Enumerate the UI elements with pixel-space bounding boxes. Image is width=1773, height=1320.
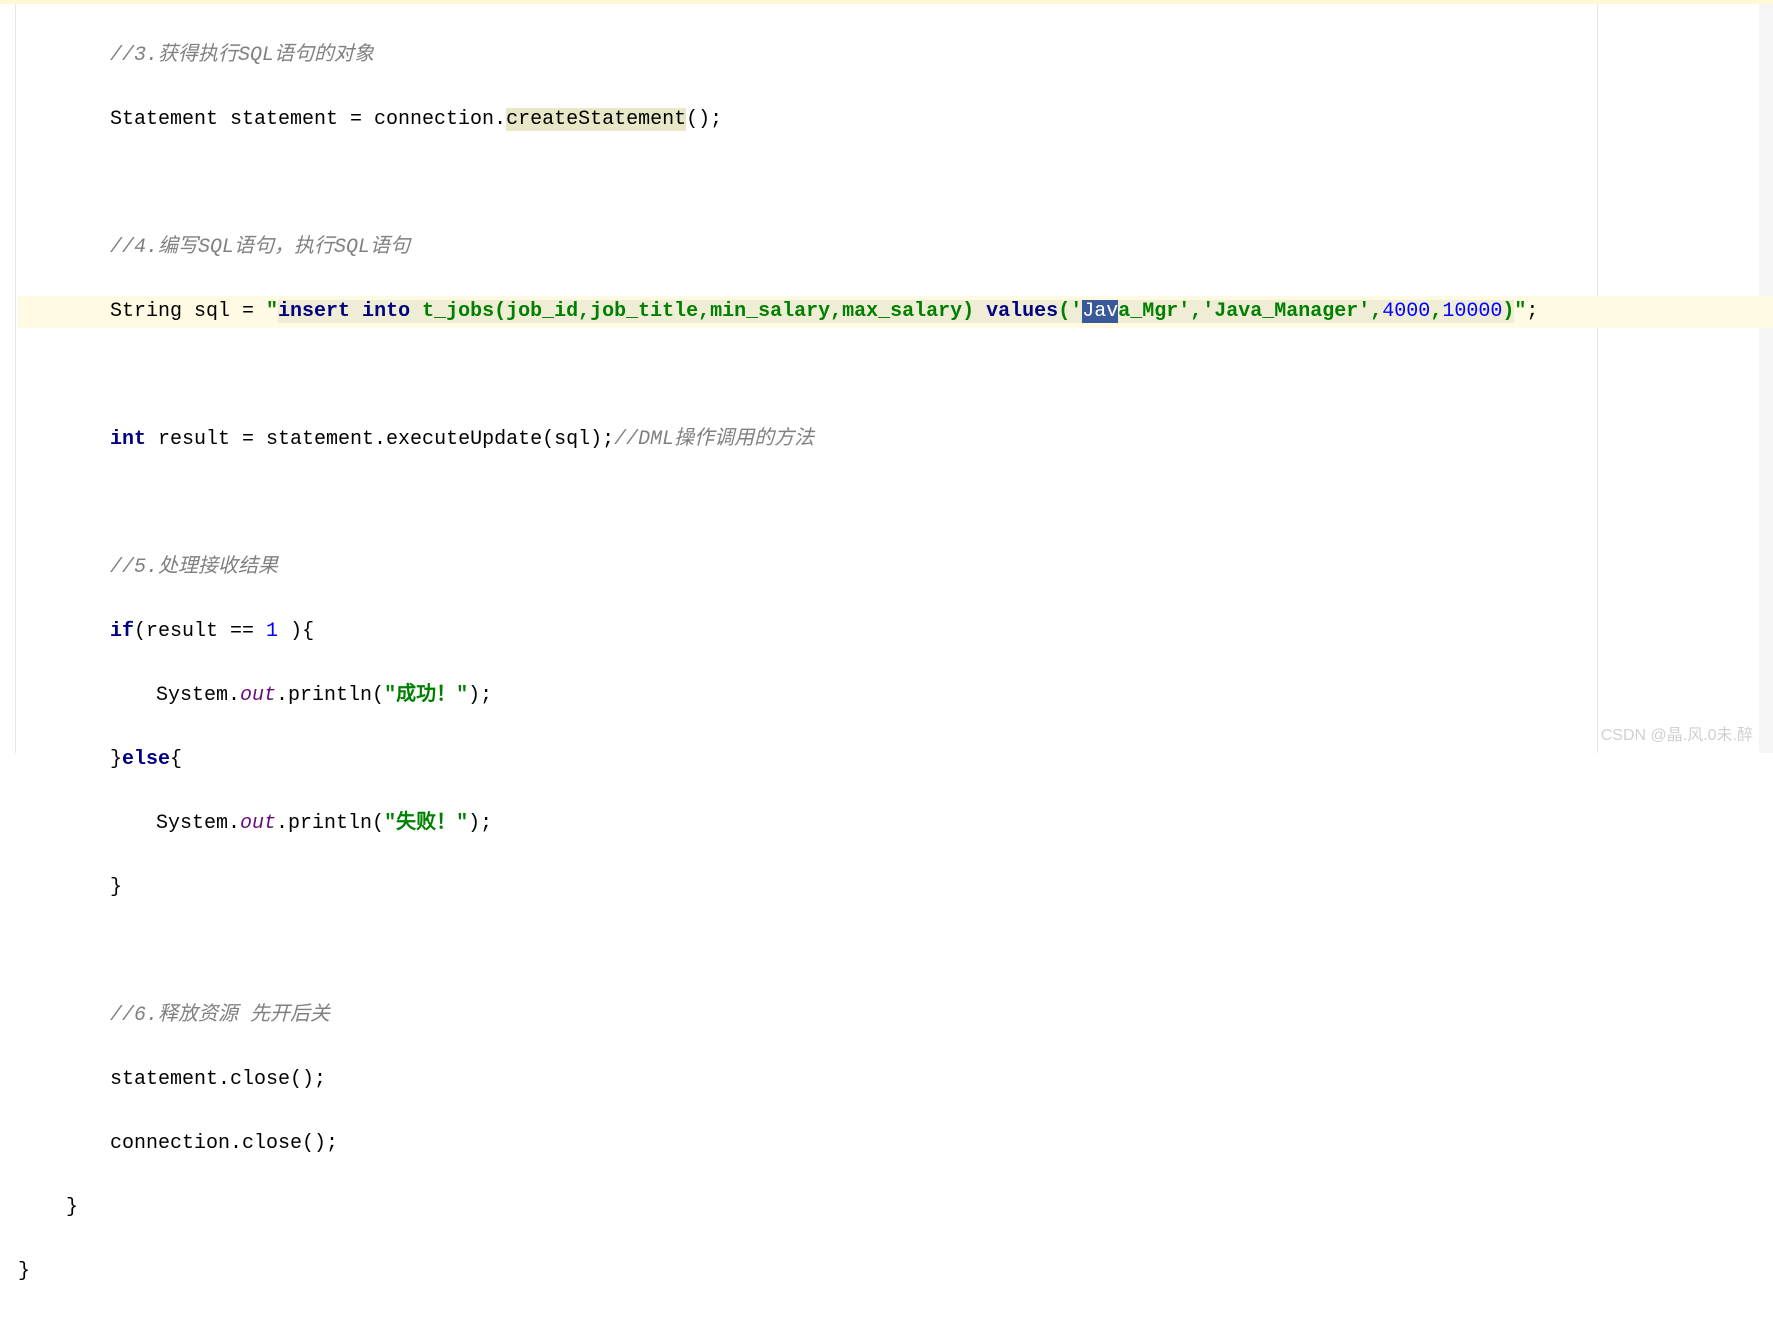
code-text: { <box>170 748 182 771</box>
watermark: CSDN @晶.风.0未.醉 <box>1601 721 1753 745</box>
code-text: ){ <box>278 620 314 643</box>
code-string: ', <box>1358 300 1382 323</box>
code-text: System. <box>156 812 240 835</box>
code-text: } <box>110 876 122 899</box>
code-text: String sql = <box>110 300 266 323</box>
code-text: System. <box>156 684 240 707</box>
code-comment: //6.释放资源 先开后关 <box>110 1004 330 1027</box>
code-text: (result == <box>134 620 266 643</box>
code-keyword: if <box>110 620 134 643</box>
code-keyword: int <box>110 428 146 451</box>
code-string: ',' <box>1178 300 1214 323</box>
code-text: .println( <box>276 812 384 835</box>
code-text: ); <box>468 684 492 707</box>
code-keyword: insert into <box>278 300 410 323</box>
code-method-call: createStatement <box>506 108 686 131</box>
code-comment: //3.获得执行SQL语句的对象 <box>110 44 374 67</box>
code-string: a_Mgr <box>1118 300 1178 323</box>
code-string: Java_Manager <box>1214 300 1358 323</box>
code-text: statement.close(); <box>110 1068 326 1091</box>
code-comment: //5.处理接收结果 <box>110 556 278 579</box>
code-number: 1 <box>266 620 278 643</box>
code-keyword: values <box>986 300 1058 323</box>
code-text: ); <box>468 812 492 835</box>
code-string: " <box>1514 300 1526 323</box>
code-field: out <box>240 812 276 835</box>
code-field: out <box>240 684 276 707</box>
selected-text: Jav <box>1082 300 1118 323</box>
code-comment: //4.编写SQL语句，执行SQL语句 <box>110 236 410 259</box>
code-text: result = statement.executeUpdate(sql); <box>146 428 614 451</box>
code-text: } <box>110 748 122 771</box>
code-string: (' <box>1058 300 1082 323</box>
code-text: connection.close(); <box>110 1132 338 1155</box>
code-string: , <box>1430 300 1442 323</box>
code-keyword: else <box>122 748 170 771</box>
code-comment: //DML操作调用的方法 <box>614 428 814 451</box>
code-string: "成功！" <box>384 684 468 707</box>
code-brace: } <box>66 1196 78 1219</box>
code-brace: } <box>18 1260 30 1283</box>
code-string: "失败！" <box>384 812 468 835</box>
code-string: " <box>266 300 278 323</box>
code-editor[interactable]: //3.获得执行SQL语句的对象 Statement statement = c… <box>0 4 1773 1320</box>
code-text: (); <box>686 108 722 131</box>
code-text: ; <box>1526 300 1538 323</box>
code-text: .println( <box>276 684 384 707</box>
code-text: Statement statement = connection. <box>110 108 506 131</box>
code-string: ) <box>1502 300 1514 323</box>
code-number: 4000 <box>1382 300 1430 323</box>
code-number: 10000 <box>1442 300 1502 323</box>
code-string: t_jobs(job_id,job_title,min_salary,max_s… <box>410 300 986 323</box>
